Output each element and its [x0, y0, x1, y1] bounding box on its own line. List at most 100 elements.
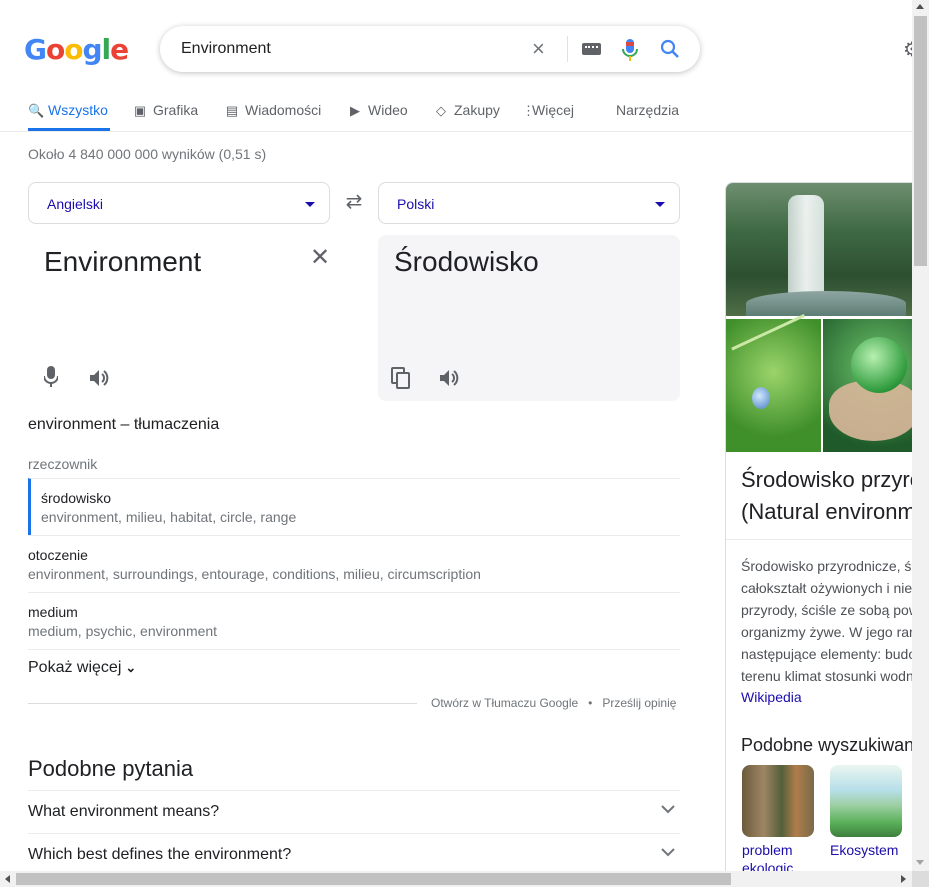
- translation-synonyms: environment, surroundings, entourage, co…: [28, 566, 481, 582]
- water-drop-leaf-image[interactable]: [726, 313, 821, 452]
- translation-row[interactable]: środowisko environment, milieu, habitat,…: [28, 478, 680, 535]
- source-text-input[interactable]: Environment: [44, 246, 201, 278]
- listen-source-icon[interactable]: [88, 368, 110, 388]
- voice-search-icon[interactable]: [622, 38, 638, 62]
- paa-question-text: What environment means?: [28, 803, 220, 820]
- search-box[interactable]: Environment ×: [160, 26, 700, 72]
- source-language-select[interactable]: Angielski: [28, 182, 330, 224]
- tab-shopping[interactable]: ◇ Zakupy: [434, 100, 500, 120]
- scroll-up-arrow-icon[interactable]: [916, 4, 924, 9]
- pool-shape: [746, 291, 906, 316]
- tab-label: Wideo: [368, 102, 408, 118]
- source-language-label: Angielski: [47, 196, 104, 212]
- news-icon: ▤: [225, 103, 239, 118]
- scroll-right-arrow-icon[interactable]: [901, 875, 906, 883]
- search-icon: 🔍: [28, 103, 45, 118]
- scrollbar-corner: [912, 871, 929, 887]
- vertical-scroll-thumb[interactable]: [914, 16, 927, 266]
- show-more-button[interactable]: Pokaż więcej ⌄: [28, 659, 136, 677]
- video-icon: ▶: [350, 103, 360, 118]
- description-line: całokształt ożywionych i nieożywionych s…: [741, 580, 915, 596]
- translation-word: medium: [28, 604, 78, 620]
- search-icon[interactable]: [659, 38, 681, 60]
- globe-shape: [851, 337, 907, 393]
- knowledge-panel-title: Środowisko przyrodnicze (Natural environ…: [741, 464, 915, 528]
- tab-more[interactable]: ⋮Więcej: [522, 100, 574, 120]
- tab-tools[interactable]: Narzędzia: [616, 100, 679, 120]
- globe-in-hands-image[interactable]: [823, 319, 915, 452]
- translation-synonyms: environment, milieu, habitat, circle, ra…: [41, 509, 297, 525]
- divider: [726, 539, 915, 540]
- description-line: organizmy żywe. W jego ramach można wyró…: [741, 624, 915, 640]
- chevron-down-icon: [661, 805, 675, 814]
- logo-letter: o: [64, 33, 83, 66]
- listen-translation-icon[interactable]: [438, 368, 460, 388]
- title-line: (Natural environment): [741, 499, 915, 524]
- translation-row[interactable]: otoczenie environment, surroundings, ent…: [28, 535, 680, 592]
- wikipedia-link[interactable]: Wikipedia: [741, 689, 802, 705]
- translation-row[interactable]: medium medium, psychic, environment: [28, 592, 680, 649]
- scroll-left-arrow-icon[interactable]: [5, 875, 10, 883]
- description-line: następujące elementy: budowę geologiczną…: [741, 646, 915, 662]
- knowledge-panel-description: Środowisko przyrodnicze, środowisko natu…: [741, 555, 915, 687]
- horizontal-scrollbar[interactable]: [0, 871, 912, 887]
- more-icon: ⋮: [522, 103, 535, 118]
- tab-label: Grafika: [153, 102, 199, 118]
- search-divider: [567, 36, 568, 62]
- related-thumbnail[interactable]: [830, 765, 902, 837]
- chevron-down-icon: ⌄: [125, 660, 137, 675]
- description-line: przyrody, ściśle ze sobą powiązanych, ot…: [741, 602, 915, 618]
- image-icon: ▣: [133, 103, 147, 118]
- translated-text: Środowisko: [394, 246, 539, 277]
- chevron-down-icon: [661, 848, 675, 857]
- translation-word: otoczenie: [28, 547, 88, 563]
- divider: [28, 649, 680, 650]
- description-line: terenu klimat stosunki wodne, gleby, flo…: [741, 668, 915, 684]
- description-line: Środowisko przyrodnicze, środowisko natu…: [741, 558, 915, 574]
- tab-label: Więcej: [532, 102, 575, 118]
- leaf-shape: [731, 313, 821, 385]
- dropdown-caret-icon: [305, 202, 315, 207]
- waterfall-shape: [788, 195, 824, 300]
- google-logo[interactable]: Google: [24, 33, 129, 66]
- related-label-line: Ekosystem: [830, 842, 899, 858]
- copy-icon[interactable]: [391, 367, 411, 389]
- paa-question[interactable]: What environment means?: [28, 790, 680, 833]
- open-in-translate-link[interactable]: Otwórz w Tłumaczu Google: [431, 696, 578, 710]
- tab-label: Wiadomości: [245, 102, 322, 118]
- logo-letter: e: [110, 33, 129, 66]
- header-divider: [0, 131, 912, 132]
- microphone-icon[interactable]: [44, 366, 58, 388]
- search-input[interactable]: Environment: [181, 40, 271, 58]
- related-thumbnail[interactable]: [742, 765, 814, 837]
- paa-question[interactable]: Which best defines the environment?: [28, 833, 680, 876]
- translation-synonyms: medium, psychic, environment: [28, 623, 218, 639]
- tab-images[interactable]: ▣ Grafika: [133, 100, 198, 120]
- tab-label: Zakupy: [454, 102, 500, 118]
- horizontal-scroll-thumb[interactable]: [16, 873, 731, 885]
- target-language-select[interactable]: Polski: [378, 182, 680, 224]
- clear-search-icon[interactable]: ×: [532, 37, 552, 61]
- related-search-link[interactable]: Ekosystem: [830, 841, 898, 859]
- title-line: Środowisko przyrodnicze: [741, 467, 915, 492]
- tab-all[interactable]: 🔍 Wszystko: [28, 100, 108, 120]
- tab-video[interactable]: ▶ Wideo: [348, 100, 408, 120]
- logo-letter: l: [101, 33, 112, 66]
- swap-languages-icon[interactable]: ⇄: [343, 191, 365, 213]
- clear-source-icon[interactable]: ✕: [310, 245, 330, 271]
- logo-letter: G: [24, 33, 47, 66]
- keyboard-icon[interactable]: [582, 43, 601, 55]
- target-language-label: Polski: [397, 196, 435, 212]
- knowledge-panel: Środowisko przyrodnicze (Natural environ…: [725, 182, 915, 882]
- feedback-link[interactable]: Prześlij opinię: [602, 696, 676, 710]
- scroll-down-arrow-icon[interactable]: [916, 860, 924, 865]
- vertical-scrollbar[interactable]: [912, 0, 929, 871]
- result-stats: Około 4 840 000 000 wyników (0,51 s): [28, 146, 267, 162]
- divider: [28, 703, 417, 704]
- tab-label: Wszystko: [48, 102, 108, 118]
- waterfall-image[interactable]: [726, 183, 915, 316]
- people-also-ask-title: Podobne pytania: [28, 756, 194, 781]
- paa-question-text: Which best defines the environment?: [28, 846, 292, 863]
- dropdown-caret-icon: [655, 202, 665, 207]
- tab-news[interactable]: ▤ Wiadomości: [225, 100, 321, 120]
